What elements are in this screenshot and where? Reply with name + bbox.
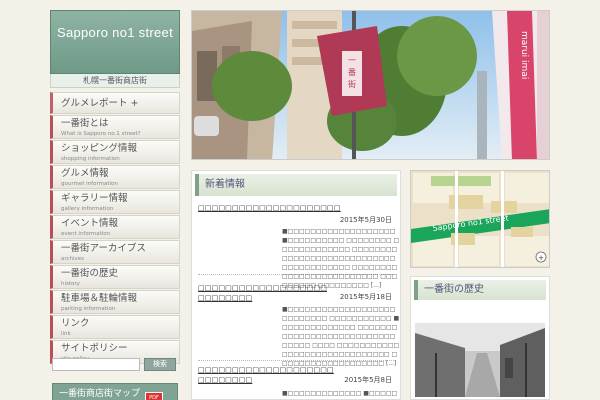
news-item-date: 2015年5月18日	[339, 293, 392, 301]
nav-item-label: リンク	[61, 318, 90, 329]
svg-text:番: 番	[348, 67, 356, 77]
news-item-body: ■□□□□□□□□□□□□□ ■□□□□□□□□□□□□	[282, 390, 398, 400]
nav-item-label: 一番街アーカイブス	[61, 243, 146, 254]
svg-text:+: +	[538, 254, 544, 262]
nav-item-label: サイトポリシー	[61, 343, 128, 354]
news-item-thumbnail[interactable]	[200, 305, 270, 345]
nav-item-sublabel: gourmet information	[61, 181, 118, 187]
search-button[interactable]: 検索	[144, 358, 176, 371]
nav-item-shopping[interactable]: ショッピング情報 shopping information	[50, 140, 180, 164]
news-panel-title: 新着情報	[195, 174, 397, 196]
news-item: □□□□□□□□□□□□□□□□□□□□ □□□□□□□□ 2015年5月8日 …	[198, 361, 397, 400]
nav-item-archives[interactable]: 一番街アーカイブス archives	[50, 240, 180, 264]
site-title: Sapporo no1 street	[57, 25, 173, 40]
news-item: □□□□□□□□□□□□□□□□□□□□□ 2015年5月30日 ■□□□□□□…	[198, 199, 399, 289]
store-sign-text: marui imai	[519, 31, 529, 79]
nav-item-sublabel: What is Sapporo no.1 street?	[61, 131, 141, 137]
nav-item-event[interactable]: イベント情報 event information	[50, 215, 180, 239]
nav-item-sublabel: event information	[61, 231, 111, 237]
news-item-date: 2015年5月8日	[344, 376, 392, 384]
nav-item-sublabel: link	[61, 331, 71, 337]
nav-item-about[interactable]: 一番街とは What is Sapporo no.1 street?	[50, 115, 180, 139]
street-map-banner[interactable]: 一番街商店街マップ PDF	[52, 383, 178, 400]
main-nav: グルメレポート + 一番街とは What is Sapporo no.1 str…	[50, 92, 180, 364]
news-item-thumbnail[interactable]	[200, 227, 270, 267]
nav-item-label: ショッピング情報	[61, 143, 138, 154]
site-subtitle: 札幌一番街商店街	[50, 74, 180, 88]
sidebar: Sapporo no1 street 札幌一番街商店街 グルメレポート + 一番…	[50, 10, 180, 400]
nav-item-sublabel: archives	[61, 256, 85, 262]
nav-item-gourmet-report[interactable]: グルメレポート +	[50, 92, 180, 114]
nav-item-sublabel: parking information	[61, 306, 116, 312]
nav-item-label: 一番街の歴史	[61, 268, 119, 279]
street-banner-text: 一	[348, 56, 356, 65]
street-map[interactable]: Sapporo no1 street +	[410, 170, 550, 268]
news-item-body: ■□□□□□□□□□□□□□□□□□□□□□□□□□□□ □□□□□□□□□□□…	[282, 306, 400, 367]
street-map-illustration: Sapporo no1 street +	[411, 171, 549, 267]
street-map-banner-label: 一番街商店街マップ	[59, 389, 141, 399]
history-panel: 一番街の歴史	[410, 276, 550, 400]
nav-item-gallery[interactable]: ギャラリー情報 gallery information	[50, 190, 180, 214]
hero-image: 一 番 街 marui imai	[191, 10, 550, 160]
nav-item-link[interactable]: リンク link	[50, 315, 180, 339]
news-item: □□□□□□□□□□□□□□□□□□□ □□□□□□□□ 2015年5月18日 …	[198, 275, 399, 367]
nav-item-sublabel: history	[61, 281, 80, 287]
nav-item-sublabel: gallery information	[61, 206, 114, 212]
nav-item-label: グルメレポート +	[61, 98, 139, 109]
search-input[interactable]	[52, 358, 140, 371]
svg-text:街: 街	[348, 79, 356, 89]
pdf-icon: PDF	[145, 392, 163, 400]
nav-item-label: 一番街とは	[61, 118, 109, 129]
news-panel: 新着情報 □□□□□□□□□□□□□□□□□□□□□ 2015年5月30日 ■□…	[191, 170, 401, 400]
news-item-date: 2015年5月30日	[339, 216, 392, 224]
nav-item-history[interactable]: 一番街の歴史 history	[50, 265, 180, 289]
history-panel-title[interactable]: 一番街の歴史	[414, 280, 546, 300]
history-photo-illustration	[415, 323, 545, 397]
history-photo[interactable]	[415, 323, 545, 397]
nav-item-gourmet[interactable]: グルメ情報 gourmet information	[50, 165, 180, 189]
news-item-title[interactable]: □□□□□□□□□□□□□□□□□□□□ □□□□□□□□	[198, 365, 334, 385]
nav-item-label: ギャラリー情報	[61, 193, 128, 204]
nav-item-label: イベント情報	[61, 218, 119, 229]
news-item-title[interactable]: □□□□□□□□□□□□□□□□□□□□□	[198, 203, 341, 213]
street-photo-illustration: 一 番 街 marui imai	[192, 11, 549, 159]
nav-item-sublabel: shopping information	[61, 156, 120, 162]
search-form: 検索	[52, 358, 180, 372]
site-logo[interactable]: Sapporo no1 street	[50, 10, 180, 74]
news-item-title[interactable]: □□□□□□□□□□□□□□□□□□□ □□□□□□□□	[198, 283, 327, 303]
nav-item-label: グルメ情報	[61, 168, 109, 179]
nav-item-label: 駐車場＆駐輪情報	[61, 293, 138, 304]
nav-item-parking[interactable]: 駐車場＆駐輪情報 parking information	[50, 290, 180, 314]
